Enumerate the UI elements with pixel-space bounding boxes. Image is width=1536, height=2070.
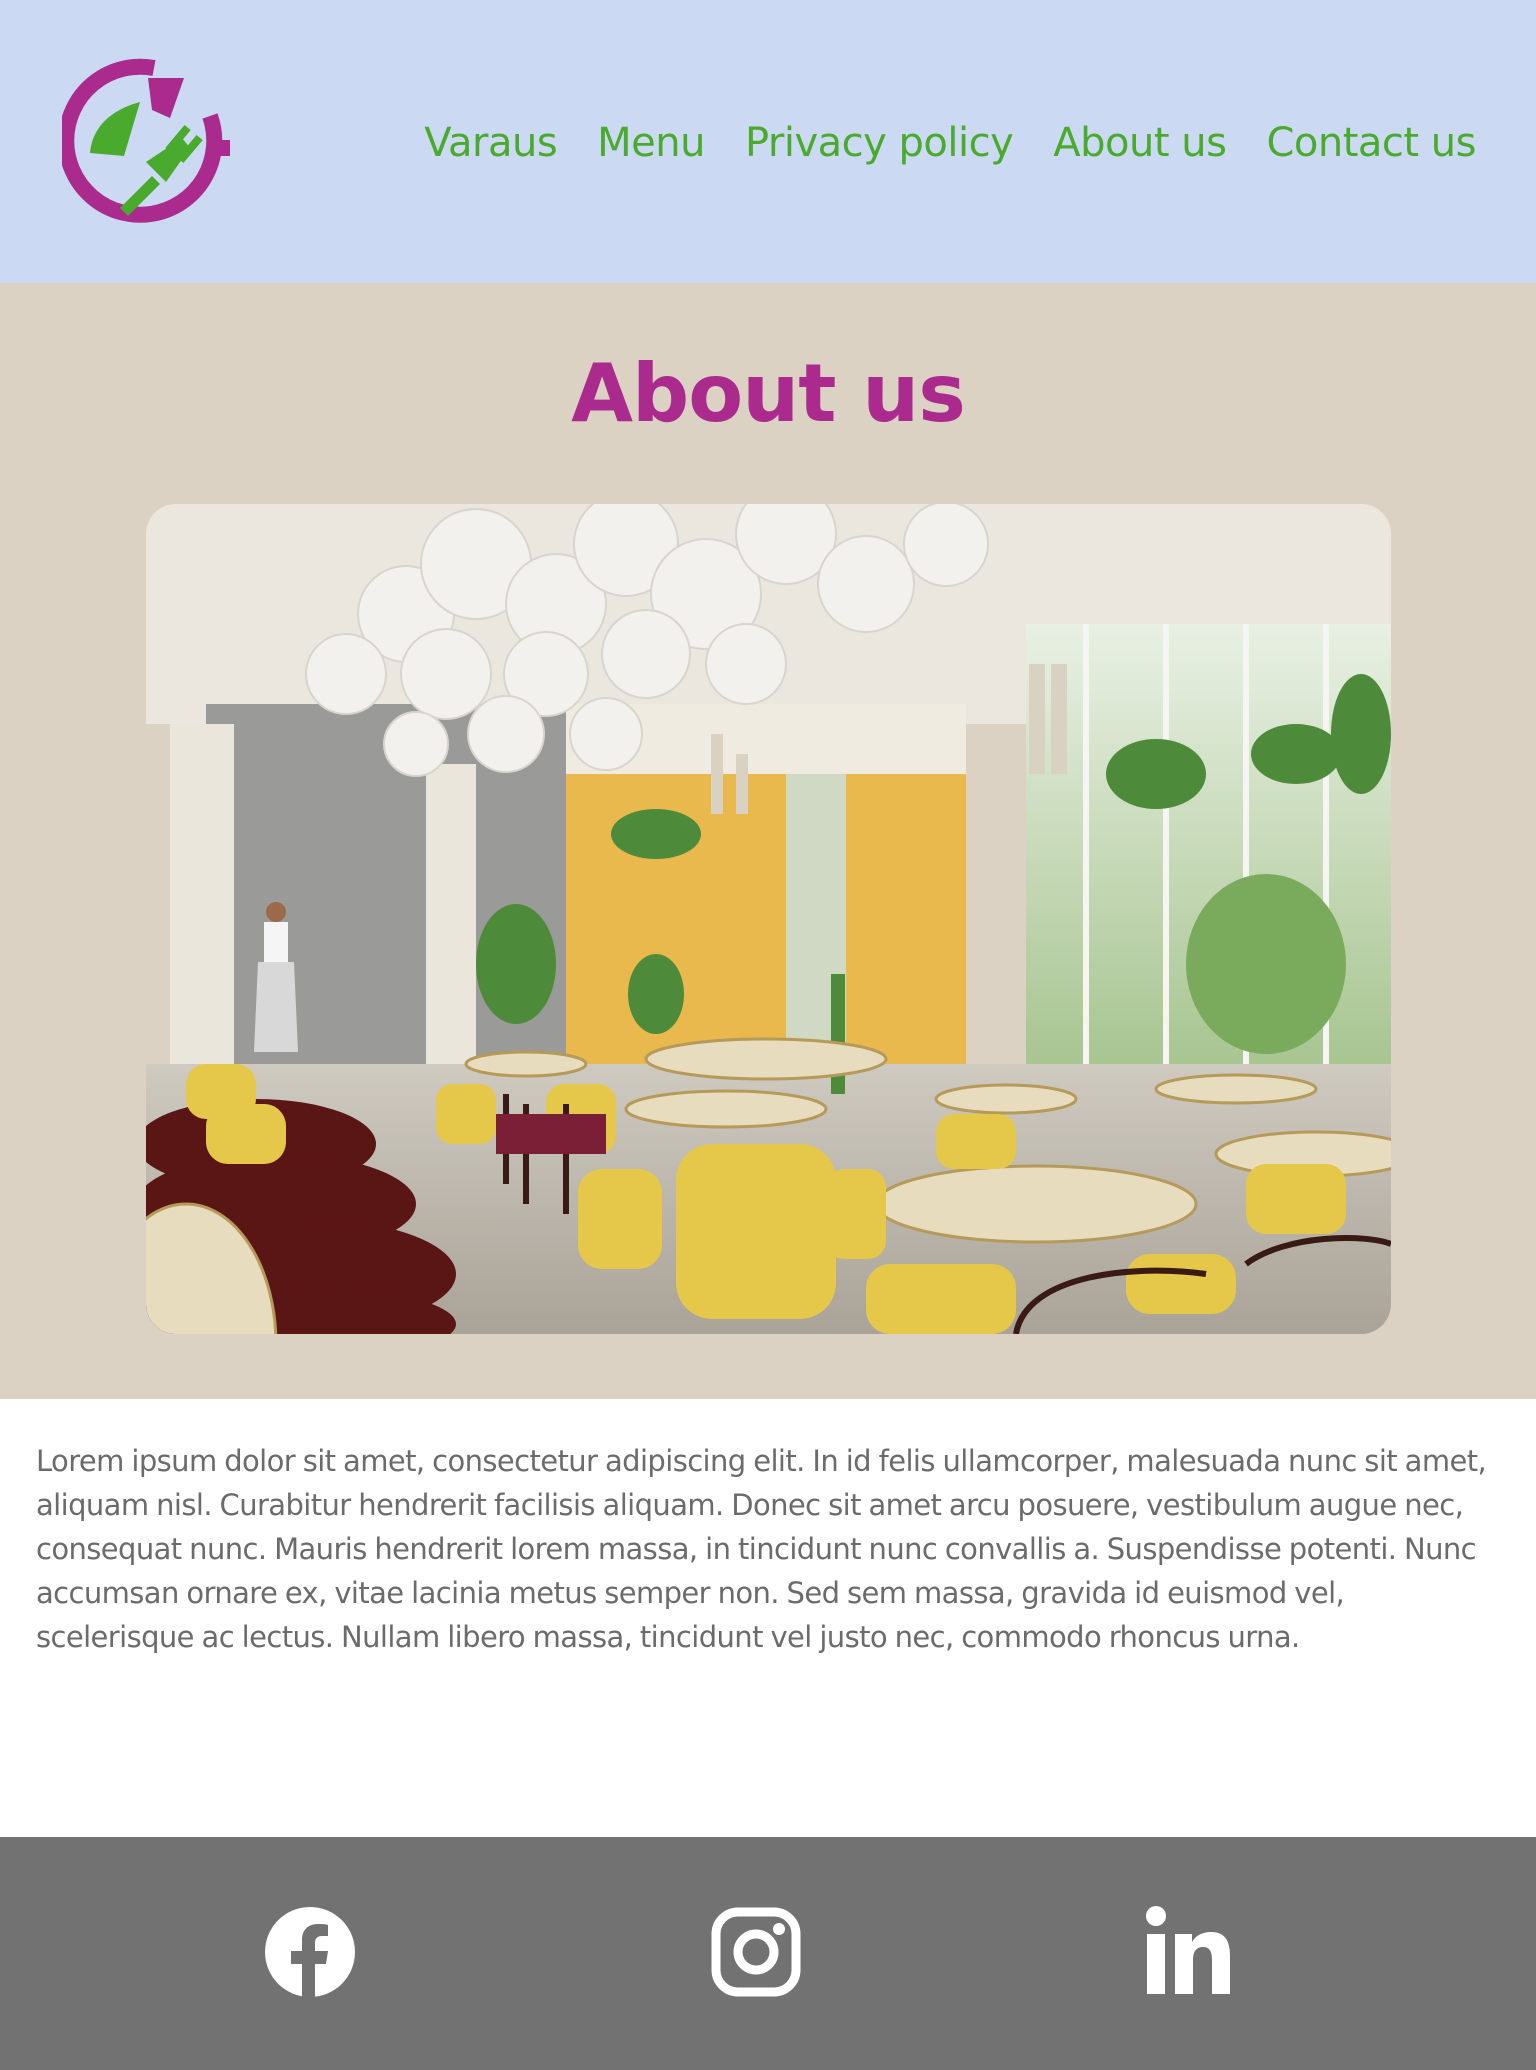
main-nav: Varaus Menu Privacy policy About us Cont…	[424, 113, 1476, 173]
instagram-link[interactable]	[708, 1904, 804, 2000]
about-content: Lorem ipsum dolor sit amet, consectetur …	[0, 1399, 1536, 1837]
nav-link-privacy-policy[interactable]: Privacy policy	[745, 120, 1014, 166]
site-header: Varaus Menu Privacy policy About us Cont…	[0, 0, 1536, 283]
facebook-icon	[265, 1907, 355, 1997]
nav-link-about-us[interactable]: About us	[1053, 120, 1227, 166]
restaurant-interior-photo	[146, 504, 1391, 1334]
linkedin-icon	[1146, 1906, 1230, 1994]
facebook-link[interactable]	[262, 1904, 358, 2000]
nav-link-contact-us[interactable]: Contact us	[1266, 120, 1476, 166]
instagram-icon	[711, 1907, 801, 1997]
linkedin-link[interactable]	[1140, 1904, 1236, 2000]
nav-link-varaus[interactable]: Varaus	[424, 120, 557, 166]
about-paragraph: Lorem ipsum dolor sit amet, consectetur …	[36, 1444, 1487, 1654]
about-hero: About us	[0, 283, 1536, 1399]
nav-link-menu[interactable]: Menu	[597, 120, 705, 166]
logo-link[interactable]	[58, 58, 230, 226]
plate-utensils-logo-icon	[58, 58, 230, 223]
page-title: About us	[571, 347, 966, 440]
site-footer	[0, 1837, 1536, 2070]
